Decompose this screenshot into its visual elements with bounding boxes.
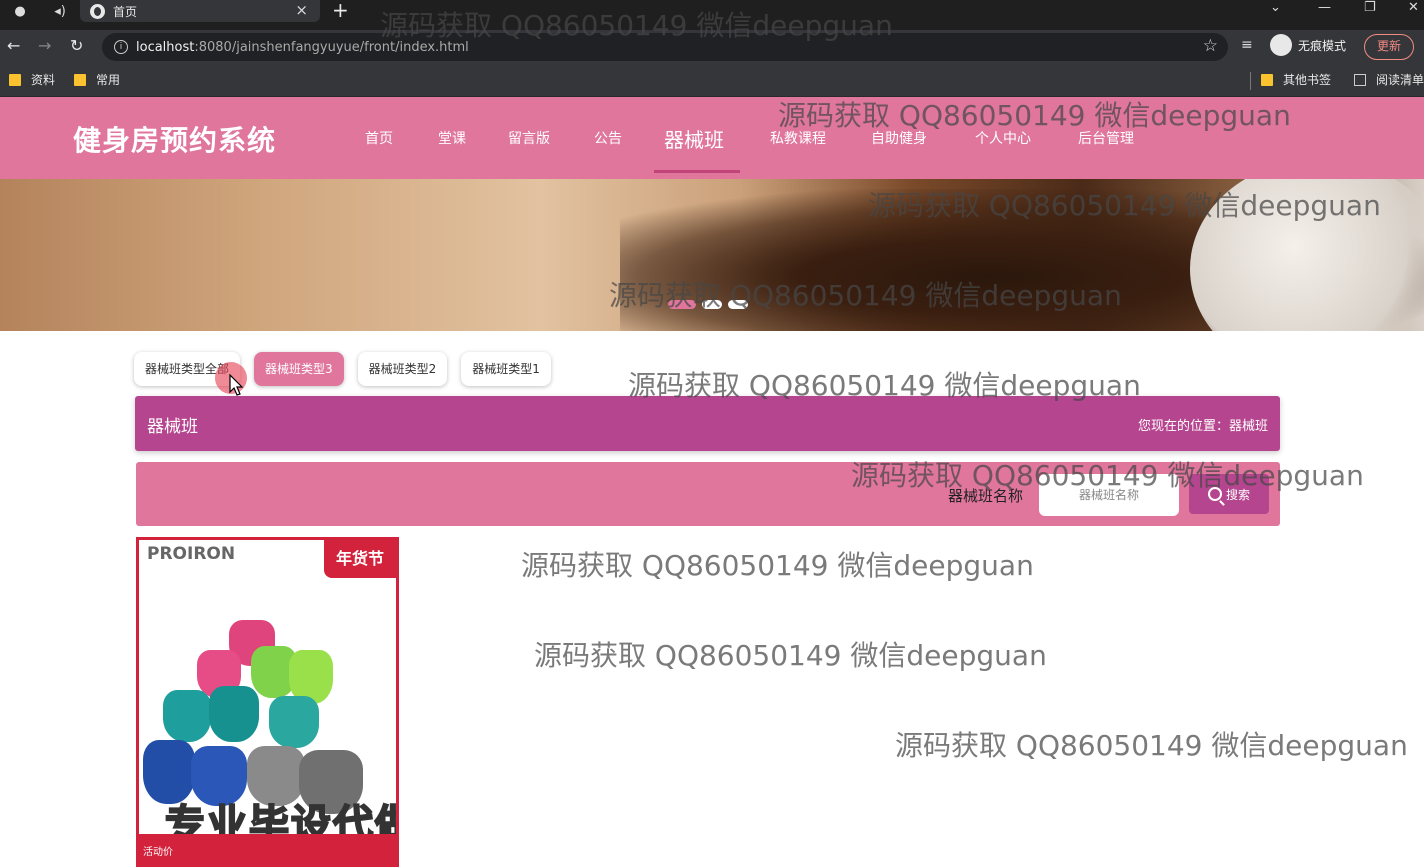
- price-label: 活动价: [143, 847, 173, 858]
- incognito-indicator[interactable]: 无痕模式: [1270, 34, 1346, 56]
- reading-queue-icon[interactable]: ≡: [1241, 37, 1253, 53]
- watermark: 源码获取 QQ86050149 微信deepguan: [609, 279, 1122, 312]
- dumbbell-teal-icon: [163, 690, 211, 742]
- section-title-bar: 器械班 您现在的位置：器械班: [135, 396, 1280, 451]
- audio-icon[interactable]: ◂): [50, 0, 70, 22]
- site-title: 健身房预约系统: [73, 124, 277, 157]
- url-host: localhost: [136, 39, 195, 55]
- promo-badge: 年货节: [324, 540, 396, 578]
- tab-title: 首页: [113, 4, 138, 19]
- menu-item-notices[interactable]: 公告: [594, 128, 622, 148]
- menu-item-messages[interactable]: 留言版: [508, 128, 550, 148]
- bookmark-label: 阅读清单: [1376, 73, 1424, 87]
- bookmark-other[interactable]: 其他书签: [1261, 71, 1331, 88]
- menu-item-equipment[interactable]: 器械班: [664, 124, 724, 153]
- watermark: 源码获取 QQ86050149 微信deepguan: [380, 9, 893, 42]
- browser-tab[interactable]: 首页 ×: [80, 0, 320, 22]
- menu-item-home[interactable]: 首页: [365, 128, 393, 148]
- watermark: 源码获取 QQ86050149 微信deepguan: [778, 99, 1291, 132]
- close-window-icon[interactable]: ✕: [1408, 0, 1419, 15]
- filter-type-1[interactable]: 器械班类型1: [461, 352, 551, 386]
- dumbbell-teal-icon: [269, 696, 319, 748]
- close-tab-icon[interactable]: ×: [295, 1, 308, 19]
- watermark: 源码获取 QQ86050149 微信deepguan: [851, 459, 1364, 492]
- page-favicon-icon: [90, 3, 105, 19]
- bookmark-folder-changyong[interactable]: 常用: [74, 71, 120, 88]
- forward-icon[interactable]: →: [38, 36, 51, 55]
- bookmark-folder-ziliao[interactable]: 资料: [9, 71, 55, 88]
- product-card[interactable]: PROIRON 年货节 专业毕设代做 活动价: [136, 537, 399, 867]
- filter-type-2[interactable]: 器械班类型2: [357, 352, 448, 386]
- folder-icon: [1261, 73, 1273, 86]
- back-icon[interactable]: ←: [7, 36, 20, 55]
- menu-item-class[interactable]: 堂课: [438, 128, 466, 148]
- category-filters: 器械班类型全部 器械班类型3 器械班类型2 器械班类型1: [134, 352, 551, 386]
- watermark: 源码获取 QQ86050149 微信deepguan: [895, 729, 1408, 762]
- bookmark-label: 资料: [31, 73, 56, 87]
- reload-icon[interactable]: ↻: [70, 36, 83, 55]
- minimize-icon[interactable]: —: [1318, 0, 1331, 15]
- breadcrumb: 您现在的位置：器械班: [1137, 419, 1268, 434]
- update-button[interactable]: 更新: [1364, 34, 1415, 60]
- active-menu-underline: [654, 170, 740, 173]
- bookmark-label: 其他书签: [1283, 73, 1332, 87]
- restore-icon[interactable]: ❐: [1364, 0, 1376, 15]
- watermark: 源码获取 QQ86050149 微信deepguan: [628, 369, 1141, 402]
- watermark: 源码获取 QQ86050149 微信deepguan: [868, 189, 1381, 222]
- product-brand: PROIRON: [147, 544, 236, 564]
- bookmarks-bar: 资料 常用 其他书签 阅读清单: [0, 64, 1424, 97]
- dumbbell-teal-icon: [209, 686, 259, 742]
- incognito-icon: [1270, 34, 1292, 56]
- tab-search-icon[interactable]: ⌄: [1270, 0, 1281, 15]
- site-info-icon[interactable]: i: [114, 40, 128, 54]
- new-tab-icon[interactable]: +: [332, 0, 349, 22]
- price-strip: 活动价: [139, 834, 396, 864]
- watermark: 源码获取 QQ86050149 微信deepguan: [534, 639, 1047, 672]
- browser-globe-icon[interactable]: ●: [10, 0, 30, 22]
- watermark: 源码获取 QQ86050149 微信deepguan: [521, 549, 1034, 582]
- section-title: 器械班: [147, 417, 198, 437]
- folder-icon: [74, 73, 86, 86]
- folder-icon: [9, 73, 21, 86]
- reading-list-icon: [1354, 73, 1366, 86]
- bookmark-separator: [1250, 72, 1251, 90]
- bookmark-label: 常用: [96, 73, 121, 87]
- reading-list[interactable]: 阅读清单: [1354, 71, 1424, 88]
- incognito-label: 无痕模式: [1298, 38, 1347, 53]
- filter-type-3[interactable]: 器械班类型3: [254, 352, 344, 386]
- mouse-cursor-icon: [229, 374, 244, 396]
- bookmark-star-icon[interactable]: ☆: [1203, 36, 1218, 56]
